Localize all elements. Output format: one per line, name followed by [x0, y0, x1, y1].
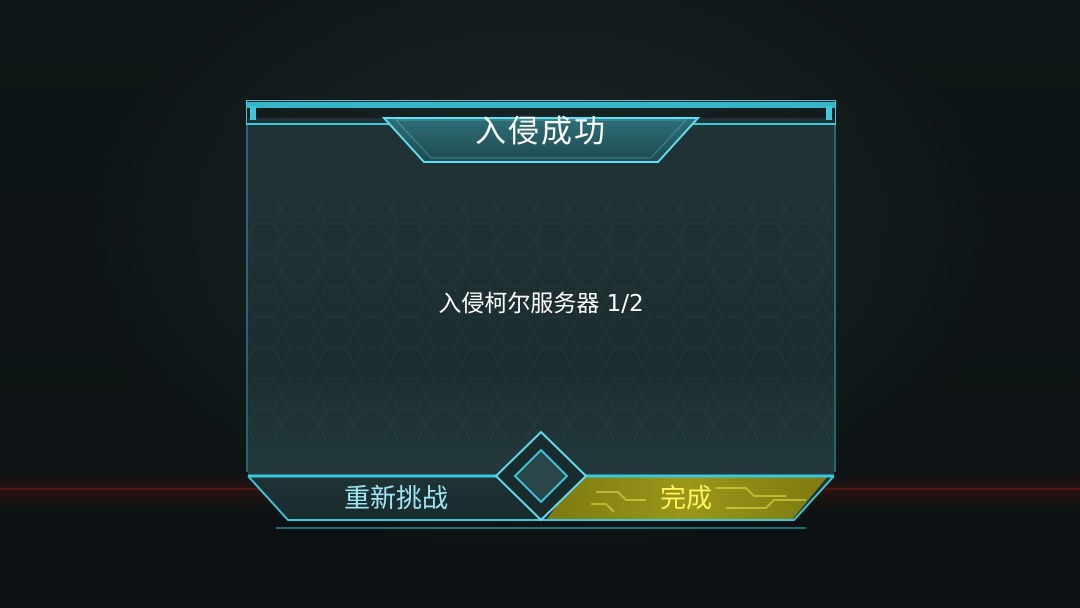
- dialog-title: 入侵成功: [475, 114, 607, 150]
- retry-button[interactable]: 重新挑战: [286, 480, 506, 518]
- result-dialog: 入侵成功 入侵柯尔服务器 1/2 重新挑战 完成: [246, 100, 836, 530]
- center-diamond-icon: [508, 442, 574, 508]
- game-screen: 入侵成功 入侵柯尔服务器 1/2 重新挑战 完成: [0, 0, 1080, 608]
- done-button[interactable]: 完成: [576, 480, 796, 518]
- hack-progress-message: 入侵柯尔服务器 1/2: [438, 291, 644, 317]
